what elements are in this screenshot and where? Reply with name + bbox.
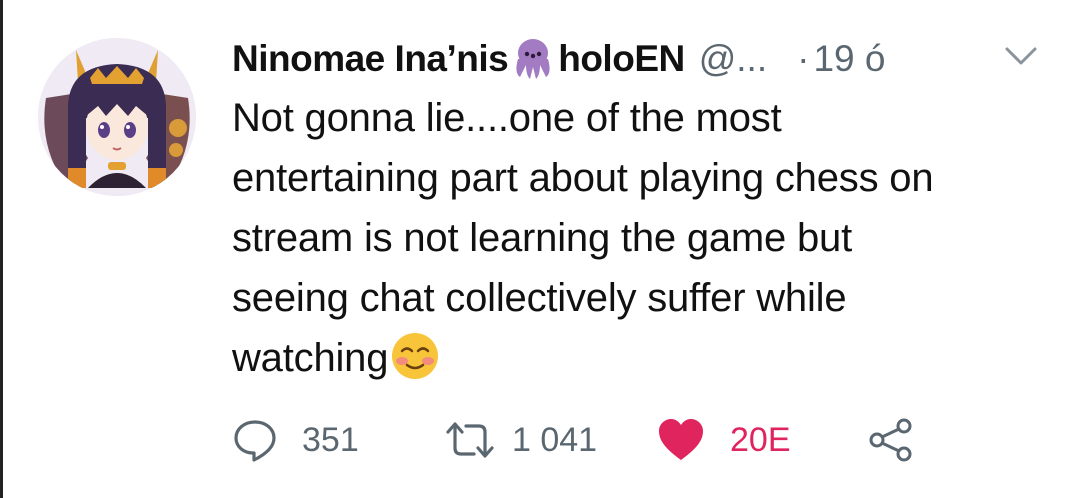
share-button[interactable] — [868, 410, 914, 470]
reply-button[interactable]: 351 — [232, 410, 359, 470]
reply-count: 351 — [302, 420, 359, 459]
like-count: 20E — [730, 420, 791, 459]
share-icon — [869, 418, 912, 462]
display-name-suffix[interactable]: holoEN — [558, 34, 685, 84]
avatar[interactable] — [38, 38, 196, 196]
tweet-text-line: stream is not learning the game but — [232, 216, 853, 260]
more-options-button[interactable] — [1003, 44, 1039, 70]
avatar-image — [38, 38, 196, 196]
separator-dot: · — [797, 38, 810, 79]
heart-icon — [659, 419, 703, 460]
octopus-emoji-icon — [510, 37, 556, 81]
timestamp[interactable]: 19 ó — [813, 34, 885, 84]
chevron-down-icon — [1005, 47, 1037, 65]
retweet-button[interactable]: 1 041 — [444, 410, 597, 470]
tweet-text-line: watching — [232, 336, 389, 380]
retweet-count: 1 041 — [512, 420, 598, 459]
tweet-text-line: seeing chat collectively suffer while — [232, 276, 847, 320]
left-edge-border — [0, 0, 3, 498]
tweet-actions: 351 1 041 20E — [232, 410, 932, 470]
tweet-header: Ninomae Ina’nis holoEN @... · 19 ó — [232, 34, 885, 84]
retweet-icon — [446, 422, 494, 458]
user-handle[interactable]: @... — [699, 34, 767, 84]
reply-bubble-icon — [234, 420, 276, 462]
tweet-text: Not gonna lie....one of the most enterta… — [232, 88, 1062, 388]
tweet-text-last-line: watching — [232, 328, 1062, 388]
tweet-text-line: Not gonna lie....one of the most — [232, 96, 782, 140]
smiling-blushing-emoji-icon — [390, 331, 440, 381]
tweet-text-line: entertaining part about playing chess on — [232, 156, 934, 200]
display-name[interactable]: Ninomae Ina’nis — [232, 34, 509, 84]
like-button[interactable]: 20E — [656, 410, 791, 470]
